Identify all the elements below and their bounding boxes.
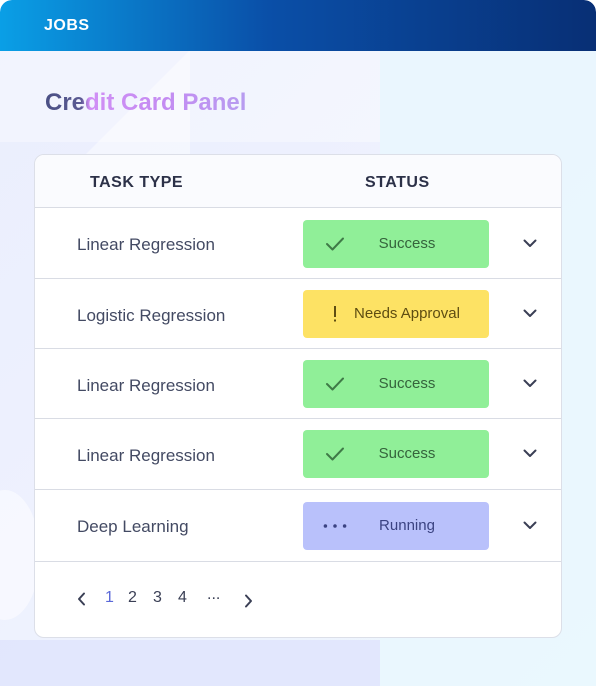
jobs-table-card: TASK TYPE STATUS Linear Regression Succe… [34,154,562,638]
panel-title: Credit Card Panel [45,89,247,116]
page-4-link[interactable]: 4 [178,589,187,607]
page-1-link[interactable]: 1 [105,589,114,607]
chevron-down-icon[interactable] [521,374,539,392]
task-type-cell: Linear Regression [77,376,215,395]
page-2-link[interactable]: 2 [128,589,137,607]
table-row[interactable]: Linear Regression Success [35,349,561,419]
task-type-cell: Logistic Regression [77,306,226,325]
column-header-status: STATUS [365,174,430,191]
header-title: JOBS [44,17,90,34]
status-label: Success [378,375,436,392]
status-badge: Success [303,220,489,268]
status-label: Needs Approval [354,305,460,322]
chevron-down-icon[interactable] [521,304,539,322]
task-type-cell: Deep Learning [77,517,189,536]
jobs-window: JOBS Credit Card Panel TASK TYPE STATUS … [0,0,596,686]
table-row[interactable]: Linear Regression Success [35,419,561,490]
chevron-right-icon[interactable] [240,591,256,611]
status-label: Running [379,517,435,534]
chevron-down-icon[interactable] [521,516,539,534]
status-label: Success [378,445,436,462]
table-header: TASK TYPE STATUS [35,155,561,208]
pagination: 1 2 3 4 ... [35,583,561,613]
background-shape [0,640,380,686]
page-3-link[interactable]: 3 [153,589,162,607]
task-type-cell: Linear Regression [77,446,215,465]
table-row[interactable]: Deep Learning Running [35,490,561,562]
column-header-task-type: TASK TYPE [90,174,184,191]
status-badge: Success [303,360,489,408]
header-bar: JOBS [0,0,596,51]
chevron-down-icon[interactable] [521,234,539,252]
status-badge: Needs Approval [303,290,489,338]
status-badge: Running [303,502,489,550]
table-row[interactable]: Linear Regression Success [35,208,561,279]
status-label: Success [378,235,436,252]
table-row[interactable]: Logistic Regression Needs Approval [35,279,561,349]
chevron-down-icon[interactable] [521,444,539,462]
task-type-cell: Linear Regression [77,235,215,254]
page-ellipsis: ... [207,586,221,603]
chevron-left-icon[interactable] [73,589,89,609]
status-badge: Success [303,430,489,478]
